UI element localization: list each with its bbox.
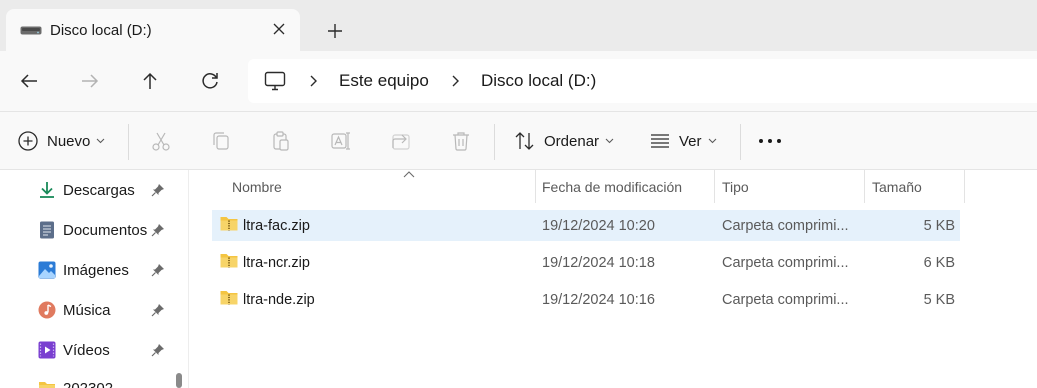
column-header-label: Nombre [232,179,282,195]
column-separator[interactable] [964,170,965,203]
rename-icon[interactable] [330,130,352,152]
more-options-button[interactable] [758,112,782,170]
toolbar-separator [494,124,495,160]
zip-folder-icon [220,291,238,305]
pictures-icon [38,261,56,279]
sidebar-item-label: Música [63,302,111,319]
view-list-icon [651,134,669,148]
cut-icon[interactable] [150,130,172,152]
breadcrumb-este-equipo[interactable]: Este equipo [339,71,429,91]
sort-button-label: Ordenar [544,132,600,150]
sidebar-item-label: 202302 [63,380,113,388]
sidebar-item-label: Descargas [63,182,135,199]
pin-icon[interactable] [151,183,165,197]
file-date: 19/12/2024 10:16 [542,292,655,308]
chevron-down-icon [96,138,105,144]
sidebar-item-descargas[interactable]: Descargas [38,179,173,203]
folder-icon [39,382,55,388]
column-header-size[interactable]: Tamaño [865,170,964,203]
sidebar-item-label: Imágenes [63,262,129,279]
tab-strip: Disco local (D:) [0,0,1037,51]
pin-icon[interactable] [151,303,165,317]
sidebar-item-videos[interactable]: Vídeos [38,339,173,363]
file-size: 6 KB [923,255,955,271]
back-arrow-icon[interactable] [17,69,41,93]
sidebar-scrollbar[interactable] [176,373,182,388]
up-arrow-icon[interactable] [138,69,162,93]
toolbar-separator [128,124,129,160]
column-header-name[interactable]: Nombre [220,170,535,203]
chevron-right-icon[interactable] [306,72,320,90]
videos-icon [38,341,56,359]
column-header-label: Tipo [722,179,749,195]
pin-icon[interactable] [151,263,165,277]
file-date: 19/12/2024 10:20 [542,218,655,234]
document-icon [40,221,54,239]
column-header-date[interactable]: Fecha de modificación [536,170,714,203]
forward-arrow-icon[interactable] [78,69,102,93]
zip-folder-icon [220,254,238,268]
sort-ascending-icon [403,171,415,178]
sort-button[interactable]: Ordenar [514,112,614,170]
sidebar-item-202302[interactable]: 202302 [38,377,173,388]
drive-icon [20,26,42,35]
file-list: Nombre Fecha de modificación Tipo Tamaño… [190,170,1037,388]
delete-icon[interactable] [450,130,472,152]
column-header-label: Tamaño [872,179,922,195]
pin-icon[interactable] [151,223,165,237]
plus-circle-icon [18,131,38,151]
new-button[interactable]: Nuevo [17,112,105,170]
file-date: 19/12/2024 10:18 [542,255,655,271]
sidebar-item-imagenes[interactable]: Imágenes [38,259,173,283]
new-tab-icon[interactable] [324,20,346,42]
file-name: ltra-ncr.zip [243,255,310,271]
paste-icon[interactable] [270,130,292,152]
sort-icon [515,132,534,150]
file-size: 5 KB [923,218,955,234]
navigation-bar: Este equipo Disco local (D:) [0,51,1037,111]
toolbar-separator [740,124,741,160]
view-button-label: Ver [679,132,702,150]
sidebar-item-label: Vídeos [63,342,110,359]
sidebar-item-label: Documentos [63,222,148,239]
view-button[interactable]: Ver [649,112,717,170]
chevron-down-icon [605,138,614,144]
breadcrumb-disco-local[interactable]: Disco local (D:) [481,71,596,91]
column-header-type[interactable]: Tipo [715,170,864,203]
file-type: Carpeta comprimi... [722,218,849,234]
close-icon[interactable] [269,19,289,39]
copy-icon[interactable] [210,130,232,152]
file-type: Carpeta comprimi... [722,292,849,308]
refresh-icon[interactable] [198,69,222,93]
sidebar-item-documentos[interactable]: Documentos [38,219,173,243]
file-row[interactable]: ltra-nde.zip 19/12/2024 10:16 Carpeta co… [212,284,960,315]
zip-folder-icon [220,217,238,231]
file-size: 5 KB [923,292,955,308]
file-name: ltra-fac.zip [243,218,310,234]
file-row[interactable]: ltra-ncr.zip 19/12/2024 10:18 Carpeta co… [212,247,960,278]
pane-divider[interactable] [188,170,189,388]
column-header-label: Fecha de modificación [542,179,683,195]
chevron-right-icon[interactable] [448,72,462,90]
file-type: Carpeta comprimi... [722,255,849,271]
sidebar-item-musica[interactable]: Música [38,299,173,323]
share-icon[interactable] [390,130,412,152]
tab-disco-local[interactable]: Disco local (D:) [6,9,300,51]
file-name: ltra-nde.zip [243,292,315,308]
music-icon [38,301,56,319]
navigation-pane: Descargas Documentos Imágenes Música Víd… [0,170,190,388]
new-button-label: Nuevo [47,132,91,150]
address-bar[interactable]: Este equipo Disco local (D:) [248,59,1037,103]
download-icon [40,182,54,198]
computer-icon [264,71,286,91]
file-row[interactable]: ltra-fac.zip 19/12/2024 10:20 Carpeta co… [212,210,960,241]
pin-icon[interactable] [151,343,165,357]
chevron-down-icon [708,138,716,144]
tab-title: Disco local (D:) [50,22,152,39]
command-bar: Nuevo Ordenar Ver [0,112,1037,170]
more-icon [759,139,781,143]
